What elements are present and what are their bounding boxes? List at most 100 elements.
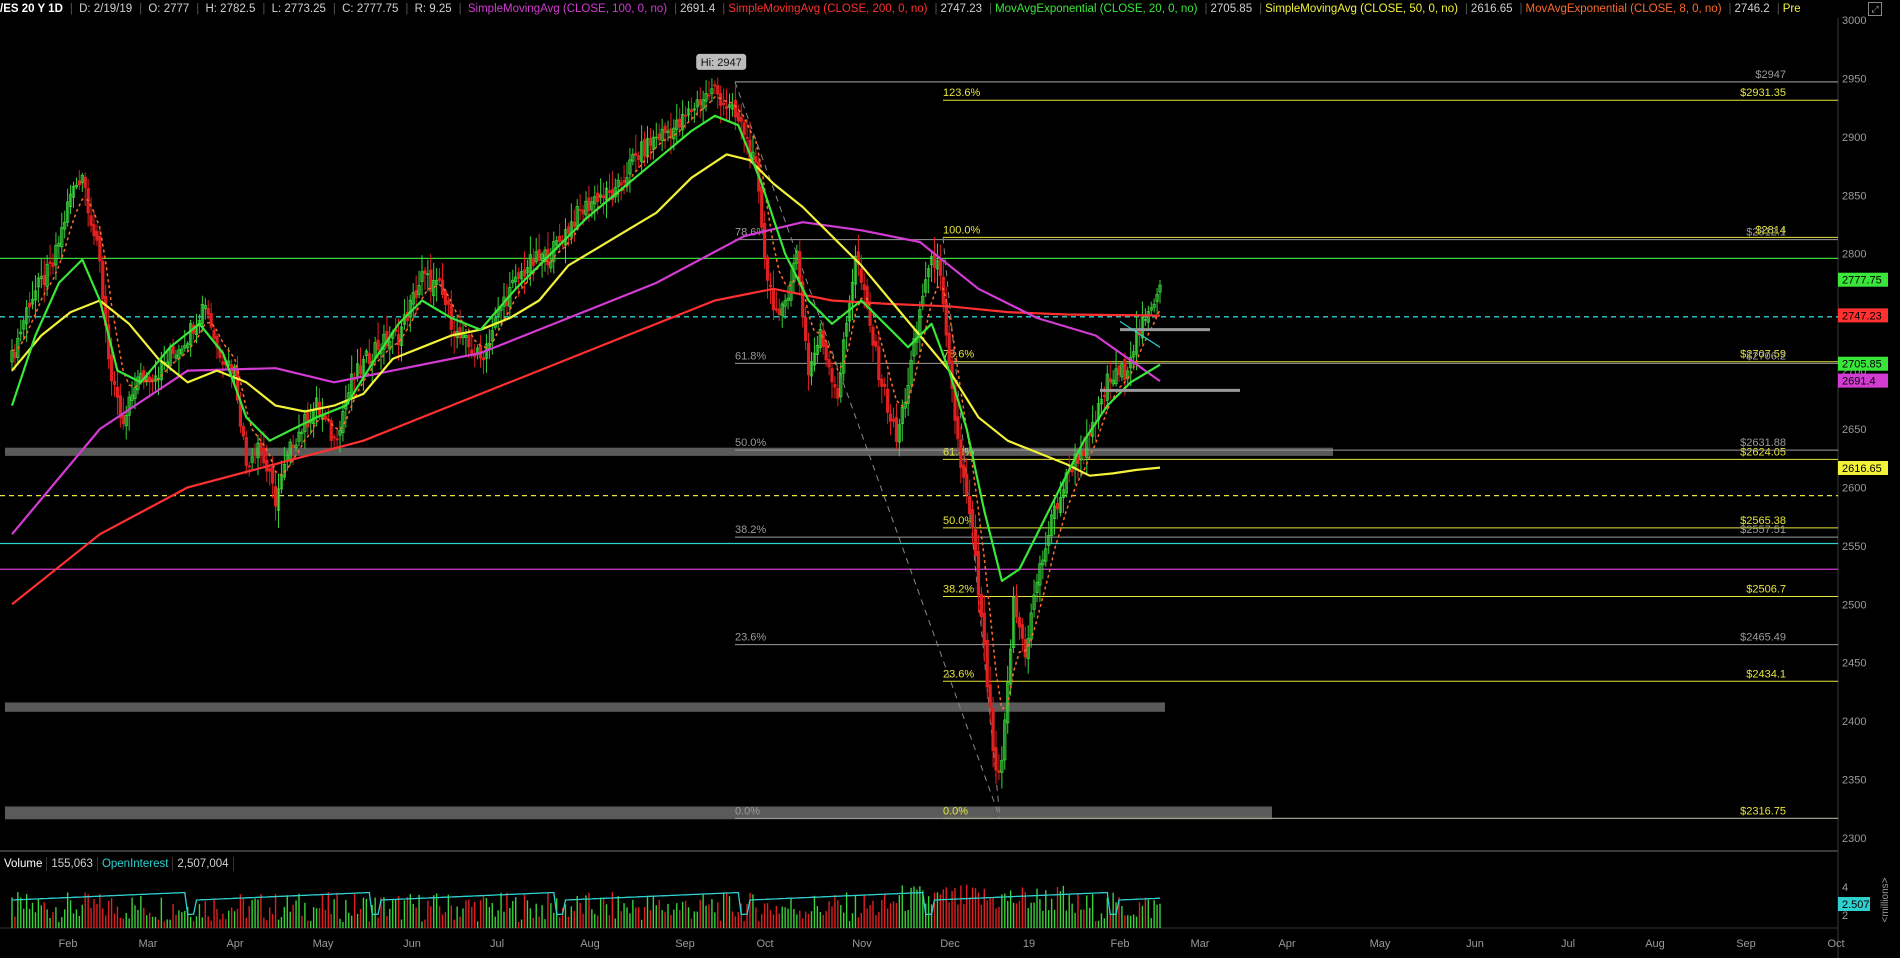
candle-body — [558, 235, 562, 242]
candle-body — [95, 230, 99, 241]
candle-body — [824, 342, 828, 361]
candle-body — [273, 486, 278, 507]
candle-body — [1076, 455, 1080, 464]
close-label: C: 2777.75 — [342, 3, 399, 15]
candle-body — [1023, 639, 1027, 658]
y-tick-label: 2850 — [1842, 190, 1866, 202]
study-label[interactable]: SimpleMovingAvg (CLOSE, 50, 0, no) — [1265, 3, 1458, 15]
candle-body — [92, 224, 96, 237]
candle-body — [707, 94, 711, 97]
candle-body — [414, 290, 418, 299]
candle-body — [827, 359, 831, 368]
support-zone — [5, 806, 1272, 820]
fib-price-label: $2316.75 — [1740, 805, 1786, 817]
candle-body — [473, 355, 477, 357]
candle-body — [481, 357, 486, 361]
x-tick-label: Oct — [1827, 938, 1844, 950]
volume-header: Volume 155,063 OpenInterest 2,507,004 — [0, 855, 234, 873]
candle-body — [358, 365, 363, 375]
candle-body — [446, 300, 450, 305]
study-label[interactable]: Previousclose (DAY, 1, -1, yes) — [1783, 3, 1800, 15]
candle-body — [522, 269, 527, 277]
fib-price-label: $2557.51 — [1740, 524, 1786, 536]
candle-body — [976, 550, 981, 596]
candle-body — [874, 341, 878, 347]
high-label: H: 2782.5 — [205, 3, 256, 15]
candle-body — [89, 215, 93, 226]
candle-body — [634, 152, 638, 156]
x-tick-label: Aug — [1645, 938, 1665, 950]
candle-body — [42, 274, 46, 286]
x-tick-label: Feb — [59, 938, 78, 950]
y-tick-label: 2400 — [1842, 716, 1866, 728]
study-value: 2616.65 — [1470, 3, 1513, 15]
candle-body — [771, 288, 776, 311]
candle-body — [883, 383, 887, 387]
fib-price-label: $2506.7 — [1746, 583, 1786, 595]
candle-body — [1017, 617, 1022, 628]
candle-body — [578, 209, 582, 211]
open-label: O: 2777 — [148, 3, 190, 15]
y-tick-label: 2350 — [1842, 775, 1866, 787]
candle-body — [947, 332, 951, 363]
candle-body — [622, 180, 626, 183]
study-label[interactable]: SimpleMovingAvg (CLOSE, 100, 0, no) — [468, 3, 667, 15]
candle-body — [212, 330, 216, 339]
study-legend: SimpleMovingAvg (CLOSE, 100, 0, no) | 2691… — [468, 3, 1800, 15]
candle-body — [241, 426, 245, 437]
study-label[interactable]: MovAvgExponential (CLOSE, 8, 0, no) — [1526, 3, 1722, 15]
open-interest-label: OpenInterest — [97, 857, 174, 871]
candle-body — [531, 258, 535, 266]
candle-body — [601, 195, 606, 199]
ema8-line — [11, 96, 1161, 710]
fib-price-label: $2812.1 — [1746, 227, 1786, 239]
candle-body — [648, 138, 653, 146]
candle-body — [1123, 359, 1127, 381]
candle-body — [698, 99, 702, 106]
candle-body — [965, 473, 969, 496]
price-chart: 2300235024002450250025502600265027002750… — [0, 15, 1891, 958]
candle-body — [663, 125, 667, 134]
study-value: 2705.85 — [1210, 3, 1253, 15]
x-tick-label: Jul — [490, 938, 504, 950]
candle-body — [537, 249, 541, 261]
candle-body — [871, 326, 875, 346]
candle-body — [683, 114, 688, 117]
candle-body — [244, 437, 248, 466]
fib-percent-label: 100.0% — [943, 224, 981, 236]
candle-body — [970, 509, 975, 529]
candle-body — [774, 308, 778, 311]
candle-body — [607, 190, 612, 193]
candle-body — [988, 684, 992, 707]
x-tick-label: Oct — [756, 938, 773, 950]
support-zone — [5, 447, 1333, 456]
price-tag-label: 2691.4 — [1842, 376, 1876, 388]
study-label[interactable]: MovAvgExponential (CLOSE, 20, 0, no) — [995, 3, 1197, 15]
fib-price-label: $2931.35 — [1740, 87, 1786, 99]
fib-percent-label: 0.0% — [735, 805, 760, 817]
candle-body — [247, 465, 251, 468]
symbol-label[interactable]: /ES 20 Y 1D — [0, 3, 63, 15]
y-tick-label: 2450 — [1842, 658, 1866, 670]
candle-body — [804, 317, 808, 342]
x-tick-label: Dec — [940, 938, 960, 950]
candle-body — [982, 612, 986, 645]
y-tick-label: 2500 — [1842, 599, 1866, 611]
candle-body — [713, 84, 717, 87]
candle-body — [115, 386, 120, 398]
y-tick-label: 2900 — [1842, 132, 1866, 144]
candle-body — [979, 593, 983, 618]
x-tick-label: 19 — [1023, 938, 1035, 950]
candle-body — [733, 99, 737, 118]
candle-body — [51, 262, 55, 267]
study-label[interactable]: SimpleMovingAvg (CLOSE, 200, 0, no) — [728, 3, 927, 15]
candle-body — [291, 444, 295, 449]
y-tick-label: 2300 — [1842, 833, 1866, 845]
y-tick-label: 2600 — [1842, 482, 1866, 494]
x-tick-label: Mar — [1191, 938, 1210, 950]
candle-body — [830, 368, 834, 383]
candle-body — [83, 176, 87, 188]
candle-body — [722, 102, 726, 106]
candle-body — [689, 109, 694, 113]
candle-body — [148, 376, 152, 383]
